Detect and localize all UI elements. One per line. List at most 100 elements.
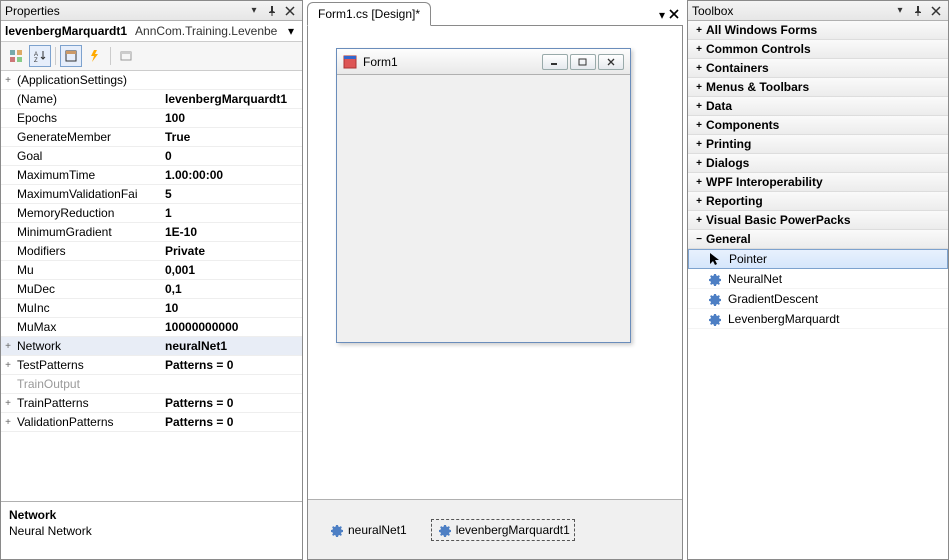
form-window[interactable]: Form1 <box>336 48 631 343</box>
toolbox-category[interactable]: +Data <box>688 97 948 116</box>
property-value[interactable]: 10000000000 <box>163 320 302 334</box>
toolbox-category[interactable]: +Dialogs <box>688 154 948 173</box>
property-value[interactable]: 0 <box>163 149 302 163</box>
tab-dropdown-icon[interactable]: ▾ <box>659 8 665 22</box>
toolbox-category[interactable]: +WPF Interoperability <box>688 173 948 192</box>
chevron-down-icon[interactable]: ▾ <box>284 24 298 38</box>
property-row[interactable]: +TrainPatternsPatterns = 0 <box>1 394 302 413</box>
property-value[interactable]: Patterns = 0 <box>163 415 302 429</box>
toolbox-item[interactable]: Pointer <box>688 249 948 269</box>
expand-icon[interactable]: + <box>1 75 15 86</box>
property-name: ValidationPatterns <box>15 415 163 429</box>
toolbox-item[interactable]: NeuralNet <box>688 269 948 289</box>
toolbox-item[interactable]: LevenbergMarquardt <box>688 309 948 329</box>
toolbox-category[interactable]: +Common Controls <box>688 40 948 59</box>
properties-tab-button[interactable] <box>60 45 82 67</box>
document-tab[interactable]: Form1.cs [Design]* <box>307 2 431 26</box>
property-row[interactable]: Goal0 <box>1 147 302 166</box>
events-tab-button[interactable] <box>84 45 106 67</box>
toolbox-category[interactable]: +Containers <box>688 59 948 78</box>
pin-icon[interactable] <box>264 4 280 18</box>
expand-icon[interactable]: + <box>692 139 706 150</box>
property-value[interactable]: neuralNet1 <box>163 339 302 353</box>
property-row[interactable]: MaximumValidationFai5 <box>1 185 302 204</box>
pin-icon[interactable] <box>910 4 926 18</box>
expand-icon[interactable]: + <box>692 196 706 207</box>
expand-icon[interactable]: + <box>1 341 15 352</box>
property-value[interactable]: Patterns = 0 <box>163 358 302 372</box>
toolbox-category[interactable]: +All Windows Forms <box>688 21 948 40</box>
window-dropdown-icon[interactable]: ▾ <box>892 4 908 18</box>
toolbox-title: Toolbox <box>692 4 892 18</box>
expand-icon[interactable]: + <box>692 120 706 131</box>
property-row[interactable]: (Name)levenbergMarquardt1 <box>1 90 302 109</box>
close-icon[interactable] <box>928 4 944 18</box>
expand-icon[interactable]: + <box>1 360 15 371</box>
expand-icon[interactable]: + <box>692 215 706 226</box>
toolbox-category[interactable]: −General <box>688 230 948 249</box>
property-desc-name: Network <box>9 508 294 522</box>
property-row[interactable]: +NetworkneuralNet1 <box>1 337 302 356</box>
property-value[interactable]: 1E-10 <box>163 225 302 239</box>
property-value[interactable]: levenbergMarquardt1 <box>163 92 302 106</box>
toolbox-category[interactable]: +Printing <box>688 135 948 154</box>
expand-icon[interactable]: + <box>692 44 706 55</box>
toolbox-category[interactable]: +Components <box>688 116 948 135</box>
property-row[interactable]: MemoryReduction1 <box>1 204 302 223</box>
property-row[interactable]: MaximumTime1.00:00:00 <box>1 166 302 185</box>
close-icon[interactable] <box>282 4 298 18</box>
expand-icon[interactable]: + <box>1 417 15 428</box>
expand-icon[interactable]: + <box>692 177 706 188</box>
expand-icon[interactable]: + <box>692 63 706 74</box>
expand-icon[interactable]: + <box>692 25 706 36</box>
expand-icon[interactable]: + <box>1 398 15 409</box>
property-row[interactable]: Mu0,001 <box>1 261 302 280</box>
property-value[interactable]: Private <box>163 244 302 258</box>
property-row[interactable]: TrainOutput <box>1 375 302 394</box>
property-object-selector[interactable]: levenbergMarquardt1 AnnCom.Training.Leve… <box>1 21 302 42</box>
property-row[interactable]: Epochs100 <box>1 109 302 128</box>
property-value[interactable]: True <box>163 130 302 144</box>
property-row[interactable]: MinimumGradient1E-10 <box>1 223 302 242</box>
properties-title-bar: Properties ▾ <box>1 1 302 21</box>
toolbox-category[interactable]: +Menus & Toolbars <box>688 78 948 97</box>
maximize-button[interactable] <box>570 54 596 70</box>
property-row[interactable]: +ValidationPatternsPatterns = 0 <box>1 413 302 432</box>
property-row[interactable]: MuMax10000000000 <box>1 318 302 337</box>
property-value[interactable]: 1.00:00:00 <box>163 168 302 182</box>
property-row[interactable]: MuInc10 <box>1 299 302 318</box>
property-name: TrainOutput <box>15 377 163 391</box>
property-row[interactable]: +(ApplicationSettings) <box>1 71 302 90</box>
property-row[interactable]: MuDec0,1 <box>1 280 302 299</box>
toolbox-category[interactable]: +Visual Basic PowerPacks <box>688 211 948 230</box>
component-item[interactable]: levenbergMarquardt1 <box>431 519 575 541</box>
minimize-button[interactable] <box>542 54 568 70</box>
component-item[interactable]: neuralNet1 <box>324 520 411 540</box>
property-value[interactable]: 1 <box>163 206 302 220</box>
expand-icon[interactable]: + <box>692 101 706 112</box>
property-row[interactable]: +TestPatternsPatterns = 0 <box>1 356 302 375</box>
design-surface[interactable]: Form1 neuralNet1 levenbergMarquardt1 <box>307 25 683 560</box>
property-value[interactable]: 5 <box>163 187 302 201</box>
property-value[interactable]: Patterns = 0 <box>163 396 302 410</box>
property-row[interactable]: ModifiersPrivate <box>1 242 302 261</box>
expand-icon[interactable]: + <box>692 158 706 169</box>
form-titlebar: Form1 <box>337 49 630 75</box>
property-value[interactable]: 0,001 <box>163 263 302 277</box>
property-value[interactable]: 100 <box>163 111 302 125</box>
toolbox-item[interactable]: GradientDescent <box>688 289 948 309</box>
property-value[interactable]: 0,1 <box>163 282 302 296</box>
tab-close-icon[interactable] <box>669 8 679 22</box>
close-button[interactable] <box>598 54 624 70</box>
categorized-button[interactable] <box>5 45 27 67</box>
form-icon <box>343 55 357 69</box>
property-pages-button[interactable] <box>115 45 137 67</box>
property-value[interactable]: 10 <box>163 301 302 315</box>
property-name: MaximumValidationFai <box>15 187 163 201</box>
expand-icon[interactable]: + <box>692 82 706 93</box>
property-row[interactable]: GenerateMemberTrue <box>1 128 302 147</box>
toolbox-category[interactable]: +Reporting <box>688 192 948 211</box>
window-dropdown-icon[interactable]: ▾ <box>246 4 262 18</box>
collapse-icon[interactable]: − <box>692 234 706 245</box>
alphabetical-button[interactable]: AZ <box>29 45 51 67</box>
